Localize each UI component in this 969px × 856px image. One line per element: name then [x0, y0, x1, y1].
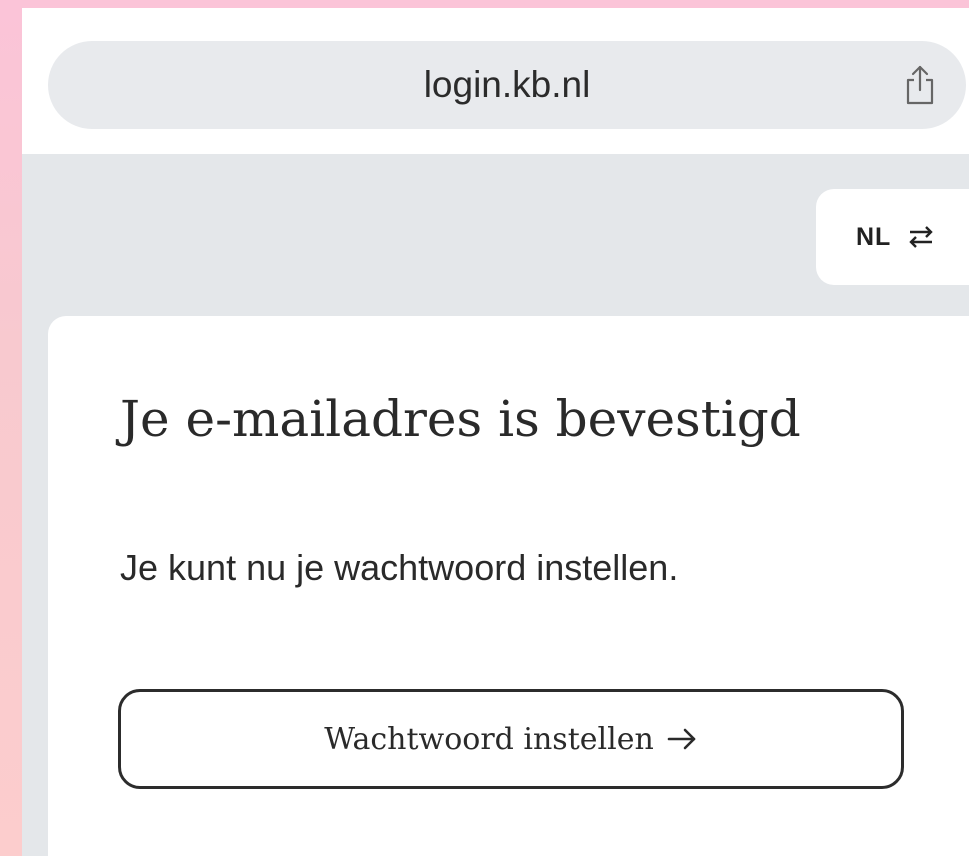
mobile-browser-window: login.kb.nl NL Je e-mailadres is bevesti… [22, 8, 969, 856]
url-field[interactable]: login.kb.nl [48, 41, 966, 129]
share-icon[interactable] [898, 63, 942, 107]
set-password-button-label: Wachtwoord instellen [324, 721, 654, 757]
confirmation-message: Je kunt nu je wachtwoord instellen. [120, 547, 679, 588]
page-title: Je e-mailadres is bevestigd [120, 390, 801, 448]
confirmation-card: Je e-mailadres is bevestigd Je kunt nu j… [48, 316, 969, 856]
arrow-right-icon [667, 728, 696, 750]
url-text: login.kb.nl [423, 64, 591, 105]
language-label: NL [856, 223, 892, 251]
browser-address-bar: login.kb.nl [22, 8, 969, 154]
swap-arrows-icon [909, 226, 933, 248]
set-password-button[interactable]: Wachtwoord instellen [118, 689, 904, 789]
language-switcher-button[interactable]: NL [816, 189, 969, 285]
